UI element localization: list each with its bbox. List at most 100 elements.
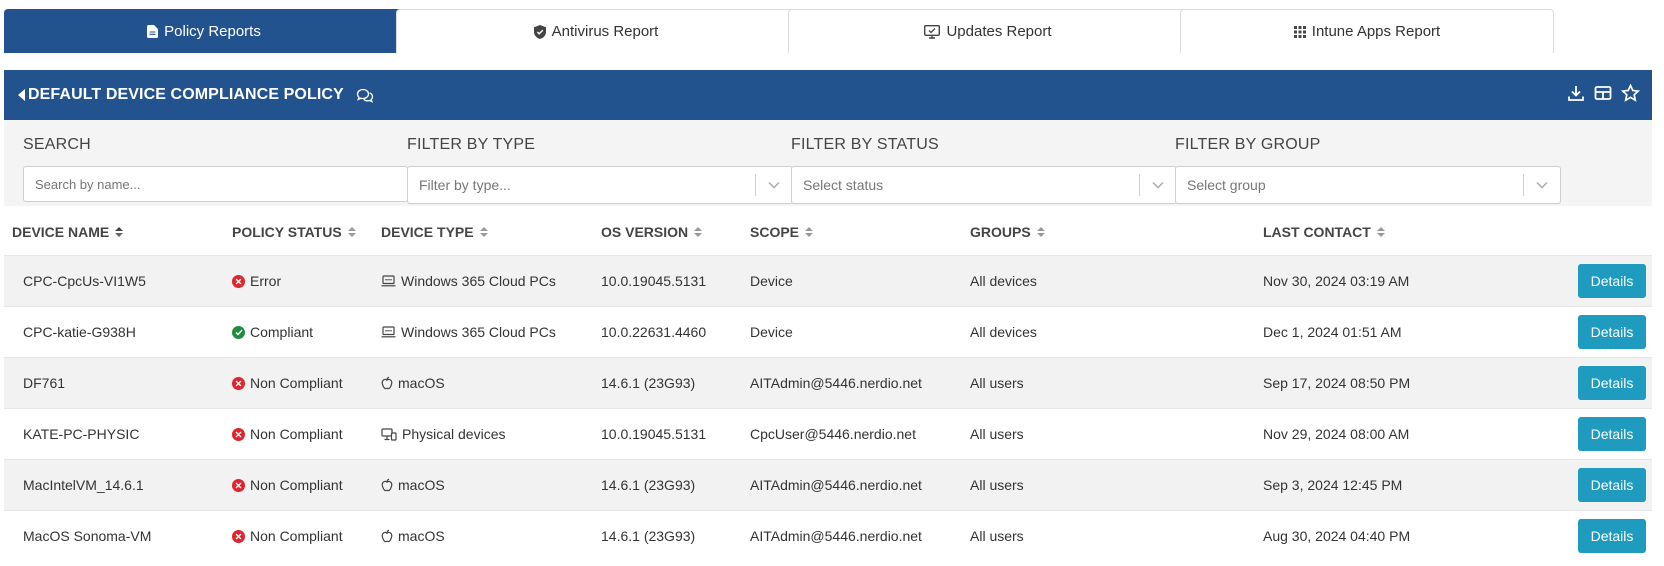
error-circle-icon	[232, 478, 245, 492]
search-input[interactable]	[23, 166, 408, 202]
details-button[interactable]: Details	[1578, 315, 1646, 349]
groups-cell: All devices	[970, 324, 1037, 340]
column-device-type[interactable]: DEVICE TYPE	[381, 224, 488, 240]
table-row: MacIntelVM_14.6.1 Non Compliant macOS 14…	[4, 459, 1652, 510]
os-version: 14.6.1 (23G93)	[601, 375, 696, 391]
os-version-cell: 10.0.19045.5131	[601, 273, 706, 289]
device-type-text: macOS	[398, 528, 445, 544]
device-name: MacIntelVM_14.6.1	[23, 477, 144, 493]
os-version-cell: 10.0.22631.4460	[601, 324, 706, 340]
tab-updates-report[interactable]: Updates Report	[788, 9, 1188, 53]
groups-value: All users	[970, 426, 1024, 442]
groups-value: All users	[970, 477, 1024, 493]
column-label: GROUPS	[970, 224, 1031, 240]
column-os-version[interactable]: OS VERSION	[601, 224, 703, 240]
device-type-text: Physical devices	[402, 426, 506, 442]
laptop-icon	[381, 275, 396, 287]
error-circle-icon	[232, 376, 245, 390]
sort-icon	[694, 227, 703, 237]
scope-value: CpcUser@5446.nerdio.net	[750, 426, 916, 442]
status-filter-label: FILTER BY STATUS	[791, 136, 939, 153]
group-filter-label: FILTER BY GROUP	[1175, 136, 1321, 153]
policy-status-cell: Non Compliant	[232, 528, 343, 544]
details-button[interactable]: Details	[1578, 519, 1646, 553]
scope-value: AITAdmin@5446.nerdio.net	[750, 375, 922, 391]
table-body: CPC-CpcUs-VI1W5 Error Windows 365 Cloud …	[4, 255, 1652, 561]
star-icon[interactable]	[1621, 84, 1640, 102]
tab-label: Policy Reports	[164, 23, 261, 40]
group-filter-select[interactable]: Select group	[1175, 166, 1561, 204]
column-label: DEVICE TYPE	[381, 224, 474, 240]
device-name: DF761	[23, 375, 66, 391]
search-group: SEARCH	[23, 136, 408, 202]
scope-cell: CpcUser@5446.nerdio.net	[750, 426, 916, 442]
shield-icon	[533, 24, 546, 39]
column-policy-status[interactable]: POLICY STATUS	[232, 224, 356, 240]
device-name-cell: CPC-CpcUs-VI1W5	[23, 273, 146, 289]
scope-cell: AITAdmin@5446.nerdio.net	[750, 477, 922, 493]
device-type-cell: macOS	[381, 477, 445, 493]
details-button[interactable]: Details	[1578, 264, 1646, 298]
policy-status-text: Compliant	[250, 324, 314, 340]
tab-antivirus-report[interactable]: Antivirus Report	[396, 9, 796, 53]
groups-cell: All devices	[970, 273, 1037, 289]
column-last-contact[interactable]: LAST CONTACT	[1263, 224, 1385, 240]
tab-label: Antivirus Report	[551, 23, 659, 40]
apple-icon	[381, 376, 393, 390]
sort-icon	[115, 227, 124, 237]
scope-cell: Device	[750, 324, 793, 340]
device-name-cell: MacIntelVM_14.6.1	[23, 477, 144, 493]
device-type-text: macOS	[398, 375, 445, 391]
table-row: CPC-CpcUs-VI1W5 Error Windows 365 Cloud …	[4, 255, 1652, 306]
chevron-down-icon[interactable]	[1524, 181, 1560, 189]
groups-cell: All users	[970, 375, 1024, 391]
monitor-icon	[924, 24, 941, 39]
last-contact-cell: Sep 3, 2024 12:45 PM	[1263, 477, 1402, 493]
scope-value: Device	[750, 324, 793, 340]
page-title: DEFAULT DEVICE COMPLIANCE POLICY	[28, 86, 344, 103]
column-scope[interactable]: SCOPE	[750, 224, 814, 240]
header-actions	[1567, 84, 1640, 102]
group-filter-placeholder: Select group	[1187, 177, 1266, 193]
filter-panel: SEARCH FILTER BY TYPE Filter by type... …	[4, 120, 1652, 206]
table-columns-icon[interactable]	[1594, 84, 1612, 102]
last-contact-value: Aug 30, 2024 04:40 PM	[1263, 528, 1411, 544]
column-device-name[interactable]: DEVICE NAME	[12, 224, 124, 240]
back-caret-icon[interactable]	[18, 89, 25, 101]
column-label: LAST CONTACT	[1263, 224, 1371, 240]
details-button[interactable]: Details	[1578, 366, 1646, 400]
tab-intune-apps-report[interactable]: Intune Apps Report	[1180, 9, 1554, 53]
status-filter-select[interactable]: Select status	[791, 166, 1177, 204]
devices-icon	[381, 427, 397, 441]
scope-cell: AITAdmin@5446.nerdio.net	[750, 375, 922, 391]
policy-status-text: Error	[250, 273, 282, 289]
details-button[interactable]: Details	[1578, 468, 1646, 502]
device-name-cell: CPC-katie-G938H	[23, 324, 136, 340]
tab-label: Updates Report	[946, 23, 1052, 40]
error-circle-icon	[232, 274, 245, 288]
details-button[interactable]: Details	[1578, 417, 1646, 451]
device-name: MacOS Sonoma-VM	[23, 528, 152, 544]
comments-icon[interactable]	[356, 88, 374, 103]
policy-status-text: Non Compliant	[250, 528, 343, 544]
os-version-cell: 10.0.19045.5131	[601, 426, 706, 442]
device-name: CPC-CpcUs-VI1W5	[23, 273, 146, 289]
device-type-cell: macOS	[381, 375, 445, 391]
type-filter-select[interactable]: Filter by type...	[407, 166, 793, 204]
column-groups[interactable]: GROUPS	[970, 224, 1045, 240]
policy-status-text: Non Compliant	[250, 477, 343, 493]
column-label: SCOPE	[750, 224, 800, 240]
last-contact-cell: Aug 30, 2024 04:40 PM	[1263, 528, 1410, 544]
tab-policy-reports[interactable]: Policy Reports	[4, 9, 404, 53]
chevron-down-icon[interactable]	[756, 181, 792, 189]
os-version: 10.0.19045.5131	[601, 426, 707, 442]
device-type-cell: Windows 365 Cloud PCs	[381, 273, 556, 289]
groups-value: All users	[970, 375, 1024, 391]
device-name: CPC-katie-G938H	[23, 324, 136, 340]
last-contact-value: Sep 17, 2024 08:50 PM	[1263, 375, 1411, 391]
download-icon[interactable]	[1567, 84, 1585, 102]
table-row: DF761 Non Compliant macOS 14.6.1 (23G93)…	[4, 357, 1652, 408]
tab-label: Intune Apps Report	[1311, 23, 1441, 40]
last-contact-cell: Nov 29, 2024 08:00 AM	[1263, 426, 1409, 442]
chevron-down-icon[interactable]	[1140, 181, 1176, 189]
